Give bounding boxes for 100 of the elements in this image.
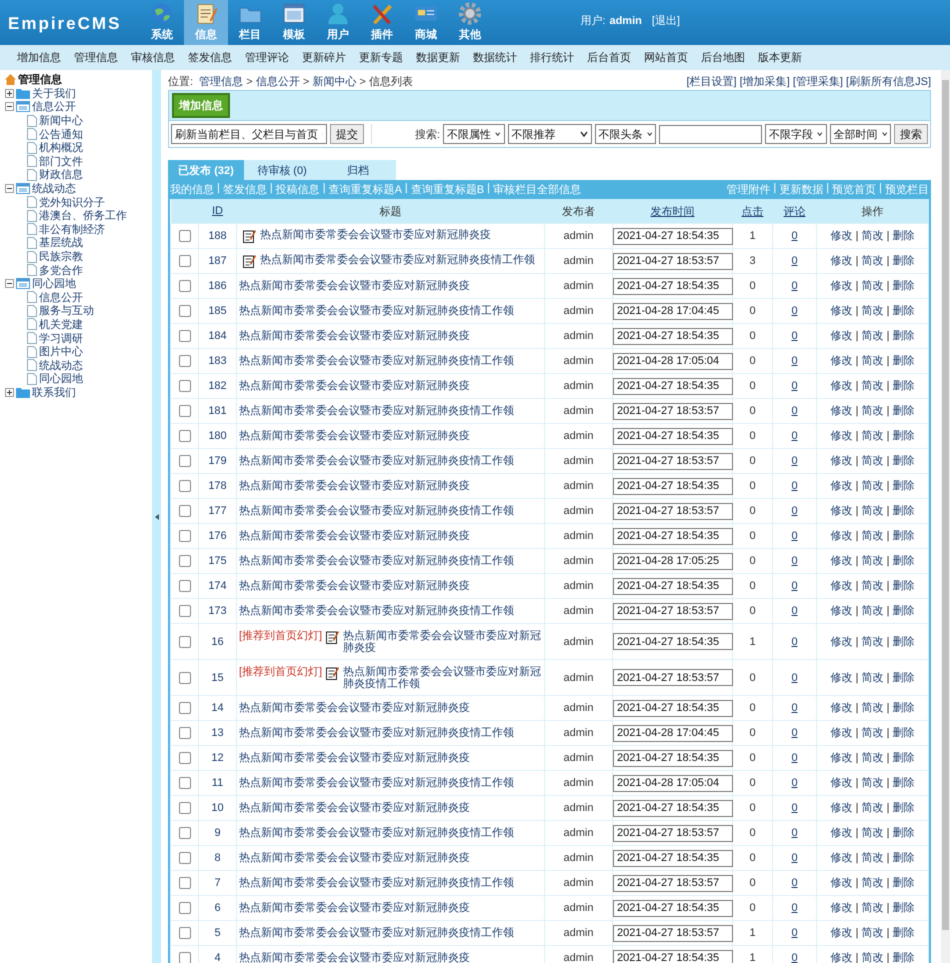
row-action-link[interactable]: 修改	[830, 927, 853, 939]
row-action-link[interactable]: 删除	[892, 405, 914, 417]
row-checkbox[interactable]	[178, 280, 190, 292]
row-action-link[interactable]: 修改	[830, 230, 853, 242]
top-link[interactable]: [管理采集]	[792, 76, 843, 88]
dropdown[interactable]: 刷新当前栏目、父栏目与首页	[171, 124, 328, 144]
time-field[interactable]: 2021-04-27 18:54:35	[613, 850, 733, 866]
comments-link[interactable]: 0	[791, 305, 798, 317]
row-action-link[interactable]: 修改	[830, 672, 853, 684]
row-checkbox[interactable]	[178, 405, 190, 418]
row-action-link[interactable]: 简改	[862, 505, 884, 517]
row-action-link[interactable]: 删除	[892, 230, 914, 242]
row-action-link[interactable]: 删除	[892, 530, 914, 542]
row-action-link[interactable]: 简改	[862, 802, 884, 814]
row-checkbox[interactable]	[178, 480, 190, 492]
row-action-link[interactable]: 简改	[862, 852, 884, 864]
tree-item[interactable]: 统战动态	[39, 358, 83, 373]
row-checkbox[interactable]	[178, 430, 190, 442]
row-action-link[interactable]: 简改	[862, 605, 884, 617]
row-action-link[interactable]: 修改	[830, 702, 853, 714]
row-action-link[interactable]: 简改	[862, 927, 884, 939]
tree-item[interactable]: 财政信息	[39, 167, 83, 182]
row-checkbox[interactable]	[178, 827, 190, 840]
tree-item[interactable]: 多党合作	[39, 262, 83, 278]
time-field[interactable]: 2021-04-27 18:54:35	[613, 378, 733, 394]
row-action-link[interactable]: 简改	[862, 330, 884, 342]
dropdown[interactable]: 不限字段	[765, 124, 827, 144]
row-checkbox[interactable]	[178, 952, 190, 963]
menu-item[interactable]: 管理信息	[74, 50, 118, 65]
time-field[interactable]: 2021-04-27 18:53:57	[613, 402, 733, 420]
row-action-link[interactable]: 删除	[892, 580, 914, 592]
row-checkbox[interactable]	[178, 355, 190, 368]
row-checkbox[interactable]	[178, 230, 190, 242]
time-field[interactable]: 2021-04-27 18:54:35	[613, 750, 733, 766]
search-button[interactable]: 搜索	[894, 124, 928, 144]
tab[interactable]: 待审核 (0)	[244, 160, 320, 180]
row-action-link[interactable]: 修改	[830, 480, 853, 492]
comments-link[interactable]: 0	[791, 530, 798, 542]
scrollbar[interactable]	[941, 70, 950, 963]
logout-link[interactable]: [退出]	[652, 13, 680, 28]
row-action-link[interactable]: 修改	[830, 355, 853, 367]
row-action-link[interactable]: 简改	[862, 255, 884, 267]
row-action-link[interactable]: 修改	[830, 580, 853, 592]
tree-item[interactable]: 信息公开	[32, 99, 76, 114]
tree-item[interactable]: 同心园地	[32, 276, 76, 292]
comments-link[interactable]: 0	[791, 405, 798, 417]
collapse-toggle-icon[interactable]	[5, 184, 14, 194]
row-action-link[interactable]: 删除	[892, 255, 914, 267]
row-action-link[interactable]: 删除	[892, 727, 914, 739]
nav-tab[interactable]: 系统	[140, 0, 184, 45]
row-action-link[interactable]: 简改	[862, 530, 884, 542]
row-action-link[interactable]: 修改	[830, 280, 853, 292]
row-action-link[interactable]: 删除	[892, 380, 914, 392]
row-action-link[interactable]: 修改	[830, 877, 853, 889]
menu-item[interactable]: 排行统计	[530, 50, 574, 65]
tree-item[interactable]: 非公有制经济	[39, 222, 105, 237]
menu-item[interactable]: 更新碎片	[302, 50, 346, 65]
time-field[interactable]: 2021-04-28 17:05:04	[613, 352, 733, 370]
row-action-link[interactable]: 删除	[892, 636, 914, 648]
comments-link[interactable]: 0	[791, 480, 798, 492]
row-action-link[interactable]: 简改	[862, 230, 884, 242]
tree-item[interactable]: 统战动态	[32, 181, 76, 196]
comments-link[interactable]: 0	[791, 280, 798, 292]
row-action-link[interactable]: 简改	[862, 455, 884, 467]
dropdown[interactable]: 全部时间	[830, 124, 891, 144]
row-action-link[interactable]: 删除	[892, 605, 914, 617]
time-field[interactable]: 2021-04-28 17:04:45	[613, 724, 733, 742]
top-link[interactable]: [增加采集]	[740, 76, 790, 88]
time-field[interactable]: 2021-04-27 18:53:57	[613, 252, 733, 270]
tree-item[interactable]: 学习调研	[39, 330, 83, 346]
comments-link[interactable]: 0	[791, 877, 798, 889]
tree-item[interactable]: 民族宗教	[39, 249, 83, 264]
search-field[interactable]	[659, 124, 762, 144]
row-action-link[interactable]: 修改	[830, 505, 853, 517]
nav-tab[interactable]: 插件	[360, 0, 404, 45]
time-field[interactable]: 2021-04-27 18:54:35	[613, 228, 733, 244]
menu-item[interactable]: 后台地图	[701, 50, 745, 65]
row-action-link[interactable]: 删除	[892, 480, 914, 492]
menu-item[interactable]: 增加信息	[17, 50, 61, 65]
comments-link[interactable]: 0	[791, 230, 798, 242]
tree-item[interactable]: 同心园地	[39, 371, 83, 386]
comments-link[interactable]: 0	[791, 752, 798, 764]
comments-link[interactable]: 0	[791, 555, 798, 567]
row-action-link[interactable]: 简改	[862, 827, 884, 839]
time-field[interactable]: 2021-04-27 18:54:35	[613, 950, 733, 963]
expand-toggle-icon[interactable]	[5, 388, 14, 397]
menu-item[interactable]: 管理评论	[245, 50, 289, 65]
breadcrumb-link[interactable]: 管理信息	[199, 76, 244, 88]
row-action-link[interactable]: 删除	[892, 305, 914, 317]
row-action-link[interactable]: 修改	[830, 555, 853, 567]
comments-link[interactable]: 0	[791, 580, 798, 592]
row-action-link[interactable]: 修改	[830, 636, 853, 648]
row-action-link[interactable]: 删除	[892, 952, 914, 963]
time-field[interactable]: 2021-04-27 18:54:35	[613, 900, 733, 916]
row-action-link[interactable]: 简改	[862, 636, 884, 648]
menu-item[interactable]: 签发信息	[188, 50, 232, 65]
comments-link[interactable]: 0	[791, 605, 798, 617]
comments-link[interactable]: 0	[791, 802, 798, 814]
row-action-link[interactable]: 修改	[830, 827, 853, 839]
row-action-link[interactable]: 修改	[830, 777, 853, 789]
